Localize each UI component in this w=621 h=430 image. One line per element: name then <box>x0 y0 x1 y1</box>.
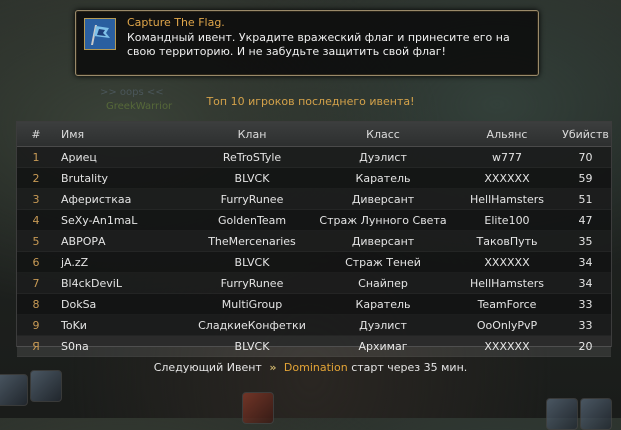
cell-rank: 2 <box>17 167 55 189</box>
cell-rank: Я <box>17 335 55 357</box>
cell-kills: 51 <box>560 188 611 210</box>
notification-title: Capture The Flag. <box>127 16 225 29</box>
cell-name: SeXy-An1maL <box>55 209 192 231</box>
table-row[interactable]: 5 АВРОРА TheMercenaries Диверсант ТаковПуть 3… <box>17 230 611 252</box>
skill-slot-icon[interactable] <box>242 392 274 424</box>
cell-kills: 35 <box>560 230 611 252</box>
event-notification: Capture The Flag. Командный ивент. Украд… <box>75 10 539 76</box>
cell-alliance: OoOnlyPvP <box>454 314 560 336</box>
cell-class: Страж Теней <box>312 251 454 273</box>
col-rank: # <box>17 122 55 147</box>
table-row[interactable]: 7 Bl4ckDeviL FurryRunee Снайпер HellHamsters… <box>17 272 611 294</box>
cell-name: Аферисткаа <box>55 188 192 210</box>
cell-alliance: XXXXXX <box>454 335 560 357</box>
col-class: Класс <box>312 122 454 147</box>
skill-slot-icon[interactable] <box>580 398 612 430</box>
col-clan: Клан <box>192 122 312 147</box>
cell-class: Снайпер <box>312 272 454 294</box>
cell-name: S0na <box>55 335 192 357</box>
cell-rank: 6 <box>17 251 55 273</box>
scoreboard-title: Топ 10 игроков последнего ивента! <box>206 95 415 108</box>
cell-kills: 70 <box>560 146 611 168</box>
cell-alliance: HellHamsters <box>454 188 560 210</box>
col-alliance: Альянс <box>454 122 560 147</box>
cell-clan: BLVCK <box>192 335 312 357</box>
cell-clan: FurryRunee <box>192 188 312 210</box>
col-name: Имя <box>55 122 192 147</box>
my-score-row[interactable]: Я S0na BLVCK Архимаг XXXXXX 20 <box>17 335 611 357</box>
cell-clan: BLVCK <box>192 251 312 273</box>
scoreboard-table: # Имя Клан Класс Альянс Убийств 1 Ариец Re… <box>16 121 612 357</box>
cell-kills: 33 <box>560 293 611 315</box>
cell-clan: BLVCK <box>192 167 312 189</box>
table-row[interactable]: 1 Ариец ReTroSTyle Дуэлист w777 70 <box>17 146 611 168</box>
skill-slot-icon[interactable] <box>0 374 28 406</box>
cell-class: Архимаг <box>312 335 454 357</box>
cell-alliance: HellHamsters <box>454 272 560 294</box>
cell-class: Каратель <box>312 293 454 315</box>
cell-kills: 20 <box>560 335 611 357</box>
next-event-name[interactable]: Domination <box>284 361 348 374</box>
cell-rank: 5 <box>17 230 55 252</box>
cell-alliance: ТаковПуть <box>454 230 560 252</box>
cell-class: Дуэлист <box>312 314 454 336</box>
cell-rank: 1 <box>17 146 55 168</box>
cell-name: Ариец <box>55 146 192 168</box>
cell-rank: 8 <box>17 293 55 315</box>
next-event-bar: Следующий Ивент » Domination старт через… <box>0 361 621 374</box>
skill-slot-icon[interactable] <box>546 398 578 430</box>
cell-clan: СладкиеКонфетки <box>192 314 312 336</box>
cell-alliance: w777 <box>454 146 560 168</box>
cell-class: Страж Лунного Света <box>312 209 454 231</box>
table-row[interactable]: 6 jA.zZ BLVCK Страж Теней XXXXXX 34 <box>17 251 611 273</box>
cell-kills: 59 <box>560 167 611 189</box>
cell-rank: 9 <box>17 314 55 336</box>
cell-clan: FurryRunee <box>192 272 312 294</box>
cell-name: Brutality <box>55 167 192 189</box>
cell-kills: 34 <box>560 272 611 294</box>
cell-class: Дуэлист <box>312 146 454 168</box>
table-row[interactable]: 4 SeXy-An1maL GoldenTeam Страж Лунного Свет… <box>17 209 611 231</box>
col-kills: Убийств <box>560 122 611 147</box>
cell-rank: 7 <box>17 272 55 294</box>
cell-kills: 34 <box>560 251 611 273</box>
cell-kills: 47 <box>560 209 611 231</box>
notification-message: Командный ивент. Украдите вражеский флаг… <box>127 31 510 58</box>
cell-clan: TheMercenaries <box>192 230 312 252</box>
cell-name: АВРОРА <box>55 230 192 252</box>
cell-clan: GoldenTeam <box>192 209 312 231</box>
cell-name: Bl4ckDeviL <box>55 272 192 294</box>
cell-name: ToKи <box>55 314 192 336</box>
cell-alliance: XXXXXX <box>454 251 560 273</box>
table-header-row: # Имя Клан Класс Альянс Убийств <box>17 122 611 147</box>
table-row[interactable]: 2 Brutality BLVCK Каратель XXXXXX 59 <box>17 167 611 189</box>
cell-name: jA.zZ <box>55 251 192 273</box>
next-event-prefix: Следующий Ивент <box>153 361 262 374</box>
table-row[interactable]: 9 ToKи СладкиеКонфетки Дуэлист OoOnlyPvP 33 <box>17 314 611 336</box>
cell-class: Диверсант <box>312 230 454 252</box>
next-event-timer: старт через 35 мин. <box>351 361 468 374</box>
cell-rank: 4 <box>17 209 55 231</box>
cell-class: Диверсант <box>312 188 454 210</box>
cell-rank: 3 <box>17 188 55 210</box>
table-row[interactable]: 8 DokSa MultiGroup Каратель TeamForce 33 <box>17 293 611 315</box>
flag-event-icon <box>84 18 116 50</box>
double-chevron-icon: » <box>269 361 277 374</box>
cell-alliance: Elite100 <box>454 209 560 231</box>
cell-clan: MultiGroup <box>192 293 312 315</box>
table-row[interactable]: 3 Аферисткаа FurryRunee Диверсант HellHamste… <box>17 188 611 210</box>
cell-alliance: XXXXXX <box>454 167 560 189</box>
cell-alliance: TeamForce <box>454 293 560 315</box>
cell-kills: 33 <box>560 314 611 336</box>
cell-clan: ReTroSTyle <box>192 146 312 168</box>
cell-name: DokSa <box>55 293 192 315</box>
skill-slot-icon[interactable] <box>30 370 62 402</box>
cell-class: Каратель <box>312 167 454 189</box>
